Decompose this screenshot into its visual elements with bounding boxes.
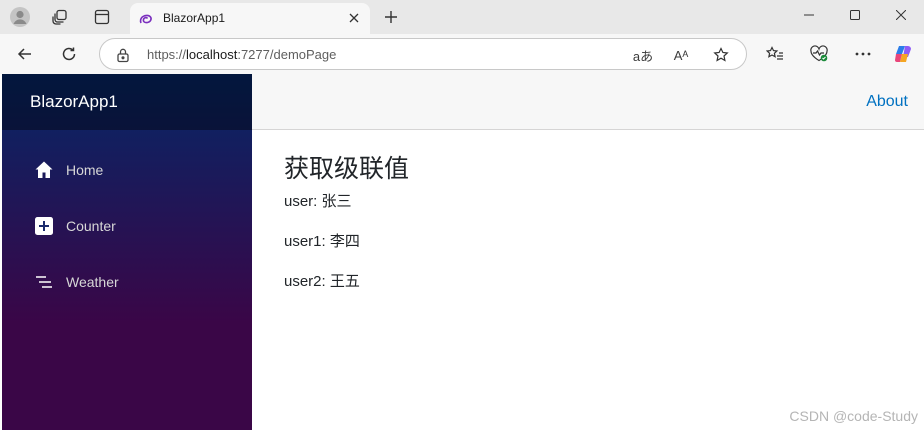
web-page: BlazorApp1 Home Counter Weather About 获取… bbox=[2, 74, 924, 430]
blazor-favicon-icon bbox=[139, 14, 152, 24]
close-icon bbox=[896, 10, 906, 20]
value-key: user1: bbox=[284, 233, 326, 250]
value-key: user2: bbox=[284, 273, 326, 290]
minimize-button[interactable] bbox=[786, 0, 832, 30]
browser-essentials-button[interactable] bbox=[804, 40, 834, 68]
back-button[interactable] bbox=[10, 40, 40, 68]
refresh-icon bbox=[62, 47, 76, 61]
translate-button[interactable]: aあ bbox=[632, 44, 654, 66]
list-nested-icon bbox=[36, 276, 52, 288]
close-window-button[interactable] bbox=[878, 0, 924, 30]
nav-label-home: Home bbox=[66, 162, 104, 178]
nav-item-counter[interactable]: Counter bbox=[22, 205, 242, 247]
settings-more-button[interactable] bbox=[848, 40, 878, 68]
url-text: https://localhost:7277/demoPage bbox=[147, 47, 336, 62]
translate-icon: aあ bbox=[632, 48, 654, 64]
more-horizontal-icon bbox=[855, 52, 871, 56]
star-icon bbox=[713, 47, 729, 62]
arrow-left-icon bbox=[17, 48, 31, 60]
copilot-icon bbox=[895, 46, 911, 62]
workspaces-button[interactable] bbox=[46, 4, 74, 30]
maximize-icon bbox=[850, 10, 860, 20]
value-text: 李四 bbox=[329, 233, 360, 250]
lock-icon bbox=[117, 48, 129, 63]
minimize-icon bbox=[804, 14, 814, 16]
cascade-value-user1: user1: 李四 bbox=[284, 230, 360, 251]
url-path: :7277/demoPage bbox=[237, 47, 337, 62]
top-row: About bbox=[252, 74, 924, 130]
nav-item-home[interactable]: Home bbox=[22, 149, 242, 191]
main-content: 获取级联值 user: 张三 user1: 李四 user2: 王五 bbox=[252, 130, 924, 430]
read-aloud-button[interactable]: Aᴬ bbox=[670, 44, 692, 66]
favorites-button[interactable] bbox=[760, 40, 790, 68]
vertical-tabs-button[interactable] bbox=[88, 4, 116, 30]
refresh-button[interactable] bbox=[54, 40, 84, 68]
plus-square-icon bbox=[35, 217, 53, 235]
profile-avatar-icon bbox=[10, 7, 30, 27]
copilot-button[interactable] bbox=[888, 40, 918, 68]
active-tab[interactable]: BlazorApp1 bbox=[130, 3, 370, 34]
page-heading: 获取级联值 bbox=[284, 155, 410, 183]
nav-label-weather: Weather bbox=[66, 274, 119, 290]
tab-title: BlazorApp1 bbox=[163, 11, 226, 25]
app-brand[interactable]: BlazorApp1 bbox=[30, 92, 118, 112]
value-key: user: bbox=[284, 193, 318, 210]
read-aloud-icon: Aᴬ bbox=[673, 47, 689, 63]
url-prefix: https:// bbox=[147, 47, 187, 62]
close-icon bbox=[349, 13, 359, 23]
browser-toolbar: https://localhost:7277/demoPage aあ Aᴬ bbox=[0, 34, 924, 74]
value-text: 王五 bbox=[329, 273, 360, 290]
brand-bar: BlazorApp1 bbox=[2, 74, 252, 130]
new-tab-button[interactable] bbox=[378, 4, 404, 30]
url-host: localhost bbox=[186, 47, 238, 62]
sidebar: BlazorApp1 Home Counter Weather bbox=[2, 74, 252, 430]
nav-label-counter: Counter bbox=[66, 218, 116, 234]
workspaces-icon bbox=[52, 9, 67, 25]
heart-pulse-icon bbox=[810, 45, 828, 62]
address-bar[interactable]: https://localhost:7277/demoPage aあ Aᴬ bbox=[99, 38, 747, 70]
cascade-value-user2: user2: 王五 bbox=[284, 270, 360, 291]
favorites-list-icon bbox=[766, 46, 783, 60]
maximize-button[interactable] bbox=[832, 0, 878, 30]
cascade-value-user: user: 张三 bbox=[284, 190, 352, 211]
favorite-star-button[interactable] bbox=[710, 44, 732, 66]
browser-tab-strip: BlazorApp1 bbox=[0, 0, 924, 34]
nav-item-weather[interactable]: Weather bbox=[22, 261, 242, 303]
watermark: CSDN @code-Study bbox=[789, 408, 918, 424]
about-link[interactable]: About bbox=[866, 93, 908, 111]
profile-button[interactable] bbox=[6, 4, 34, 30]
plus-icon bbox=[385, 11, 397, 23]
value-text: 张三 bbox=[321, 193, 352, 210]
tab-close-button[interactable] bbox=[344, 8, 364, 28]
house-icon bbox=[35, 161, 53, 178]
vertical-tabs-icon bbox=[94, 9, 110, 25]
